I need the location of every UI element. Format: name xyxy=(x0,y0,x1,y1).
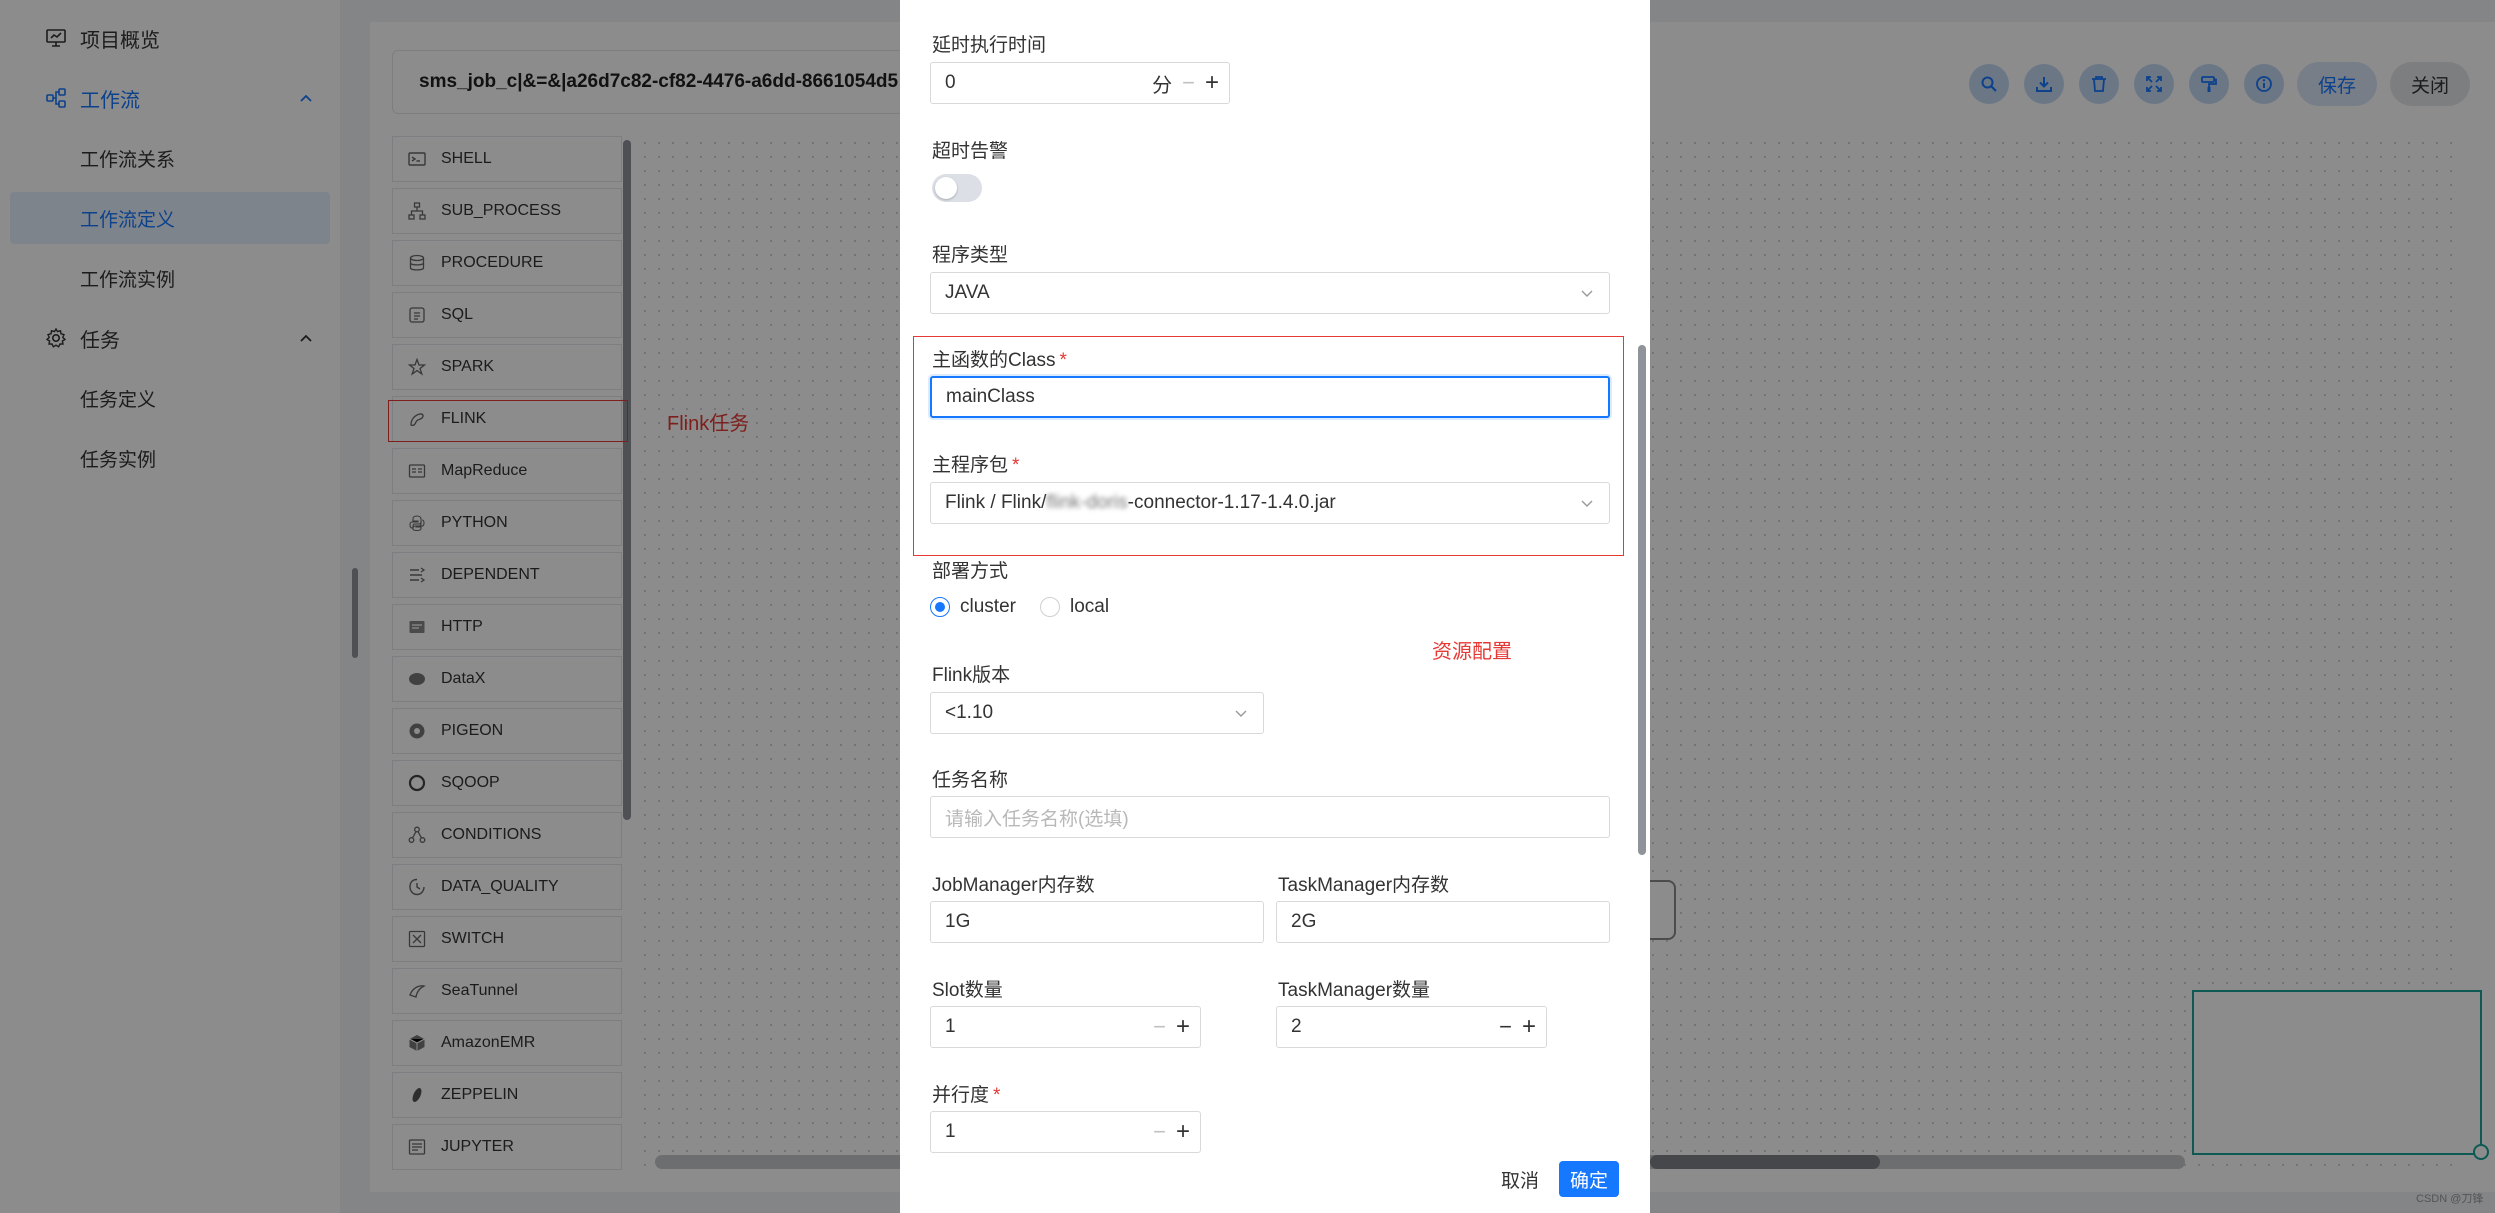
delay-unit: 分 xyxy=(1152,74,1173,97)
flink-version-value: <1.10 xyxy=(945,702,994,723)
deploy-local-label[interactable]: local xyxy=(1070,596,1109,618)
program-type-label: 程序类型 xyxy=(932,245,1009,266)
delay-time-value: 0 xyxy=(945,72,956,93)
chevron-down-icon xyxy=(1581,290,1593,297)
parallelism-value: 1 xyxy=(945,1121,956,1142)
task-name-placeholder: 请输入任务名称(选填) xyxy=(945,808,1129,830)
taskmanager-count-stepper[interactable]: 2 − + xyxy=(1276,1006,1547,1048)
jobmanager-memory-value: 1G xyxy=(945,911,971,932)
taskmanager-memory-value: 2G xyxy=(1291,911,1317,932)
slot-count-stepper[interactable]: 1 − + xyxy=(930,1006,1201,1048)
plus-icon[interactable]: + xyxy=(1522,1013,1536,1041)
chevron-down-icon xyxy=(1235,710,1247,717)
deploy-cluster-label[interactable]: cluster xyxy=(960,596,1016,618)
jobmanager-memory-input[interactable]: 1G xyxy=(930,901,1264,943)
main-class-label: 主函数的Class * xyxy=(932,350,1067,371)
main-jar-select[interactable]: Flink / Flink/flink-doris -connector-1.17… xyxy=(930,482,1610,524)
main-jar-blurred: flink-doris xyxy=(1046,492,1128,513)
taskmanager-count-label: TaskManager数量 xyxy=(1278,980,1431,1001)
main-class-value: mainClass xyxy=(946,386,1035,407)
parallelism-stepper[interactable]: 1 − + xyxy=(930,1111,1201,1153)
main-jar-suffix: -connector-1.17-1.4.0.jar xyxy=(1127,492,1336,513)
confirm-button[interactable]: 确定 xyxy=(1559,1161,1619,1197)
minus-icon[interactable]: − xyxy=(1499,1014,1512,1040)
task-config-dialog: 延时执行时间 0 分 − + 超时告警 程序类型 JAVA 主函数的Class *… xyxy=(900,0,1650,1213)
taskmanager-memory-label: TaskManager内存数 xyxy=(1278,875,1450,896)
delay-time-label: 延时执行时间 xyxy=(932,35,1047,56)
dialog-scrollbar[interactable] xyxy=(1638,345,1646,855)
slot-count-value: 1 xyxy=(945,1016,956,1037)
delay-time-stepper[interactable]: 0 分 − + xyxy=(930,62,1230,104)
parallelism-label: 并行度 * xyxy=(932,1085,1001,1106)
minus-icon[interactable]: − xyxy=(1153,1014,1166,1040)
timeout-alarm-label: 超时告警 xyxy=(932,141,1009,162)
taskmanager-memory-input[interactable]: 2G xyxy=(1276,901,1610,943)
plus-icon[interactable]: + xyxy=(1176,1118,1190,1146)
jobmanager-memory-label: JobManager内存数 xyxy=(932,875,1095,896)
plus-icon[interactable]: + xyxy=(1205,69,1219,97)
minus-icon[interactable]: − xyxy=(1153,1119,1166,1145)
main-jar-label: 主程序包 * xyxy=(932,455,1020,476)
toggle-knob xyxy=(935,177,957,199)
cancel-button[interactable]: 取消 xyxy=(1490,1161,1550,1197)
program-type-select[interactable]: JAVA xyxy=(930,272,1610,314)
taskmanager-count-value: 2 xyxy=(1291,1016,1302,1037)
deploy-cluster-radio[interactable] xyxy=(930,597,950,617)
slot-count-label: Slot数量 xyxy=(932,980,1003,1001)
task-name-label: 任务名称 xyxy=(932,770,1009,791)
deploy-local-radio[interactable] xyxy=(1040,597,1060,617)
main-jar-prefix: Flink / Flink/ xyxy=(945,492,1047,513)
chevron-down-icon xyxy=(1581,500,1593,507)
deploy-mode-label: 部署方式 xyxy=(932,561,1009,582)
resource-config-annotation: 资源配置 xyxy=(1432,641,1512,663)
program-type-value: JAVA xyxy=(945,282,990,303)
timeout-alarm-toggle[interactable] xyxy=(932,174,982,202)
minus-icon[interactable]: − xyxy=(1182,70,1195,96)
main-class-input[interactable]: mainClass xyxy=(930,376,1610,418)
plus-icon[interactable]: + xyxy=(1176,1013,1190,1041)
task-name-input[interactable]: 请输入任务名称(选填) xyxy=(930,796,1610,838)
flink-version-label: Flink版本 xyxy=(932,665,1011,686)
flink-version-select[interactable]: <1.10 xyxy=(930,692,1264,734)
